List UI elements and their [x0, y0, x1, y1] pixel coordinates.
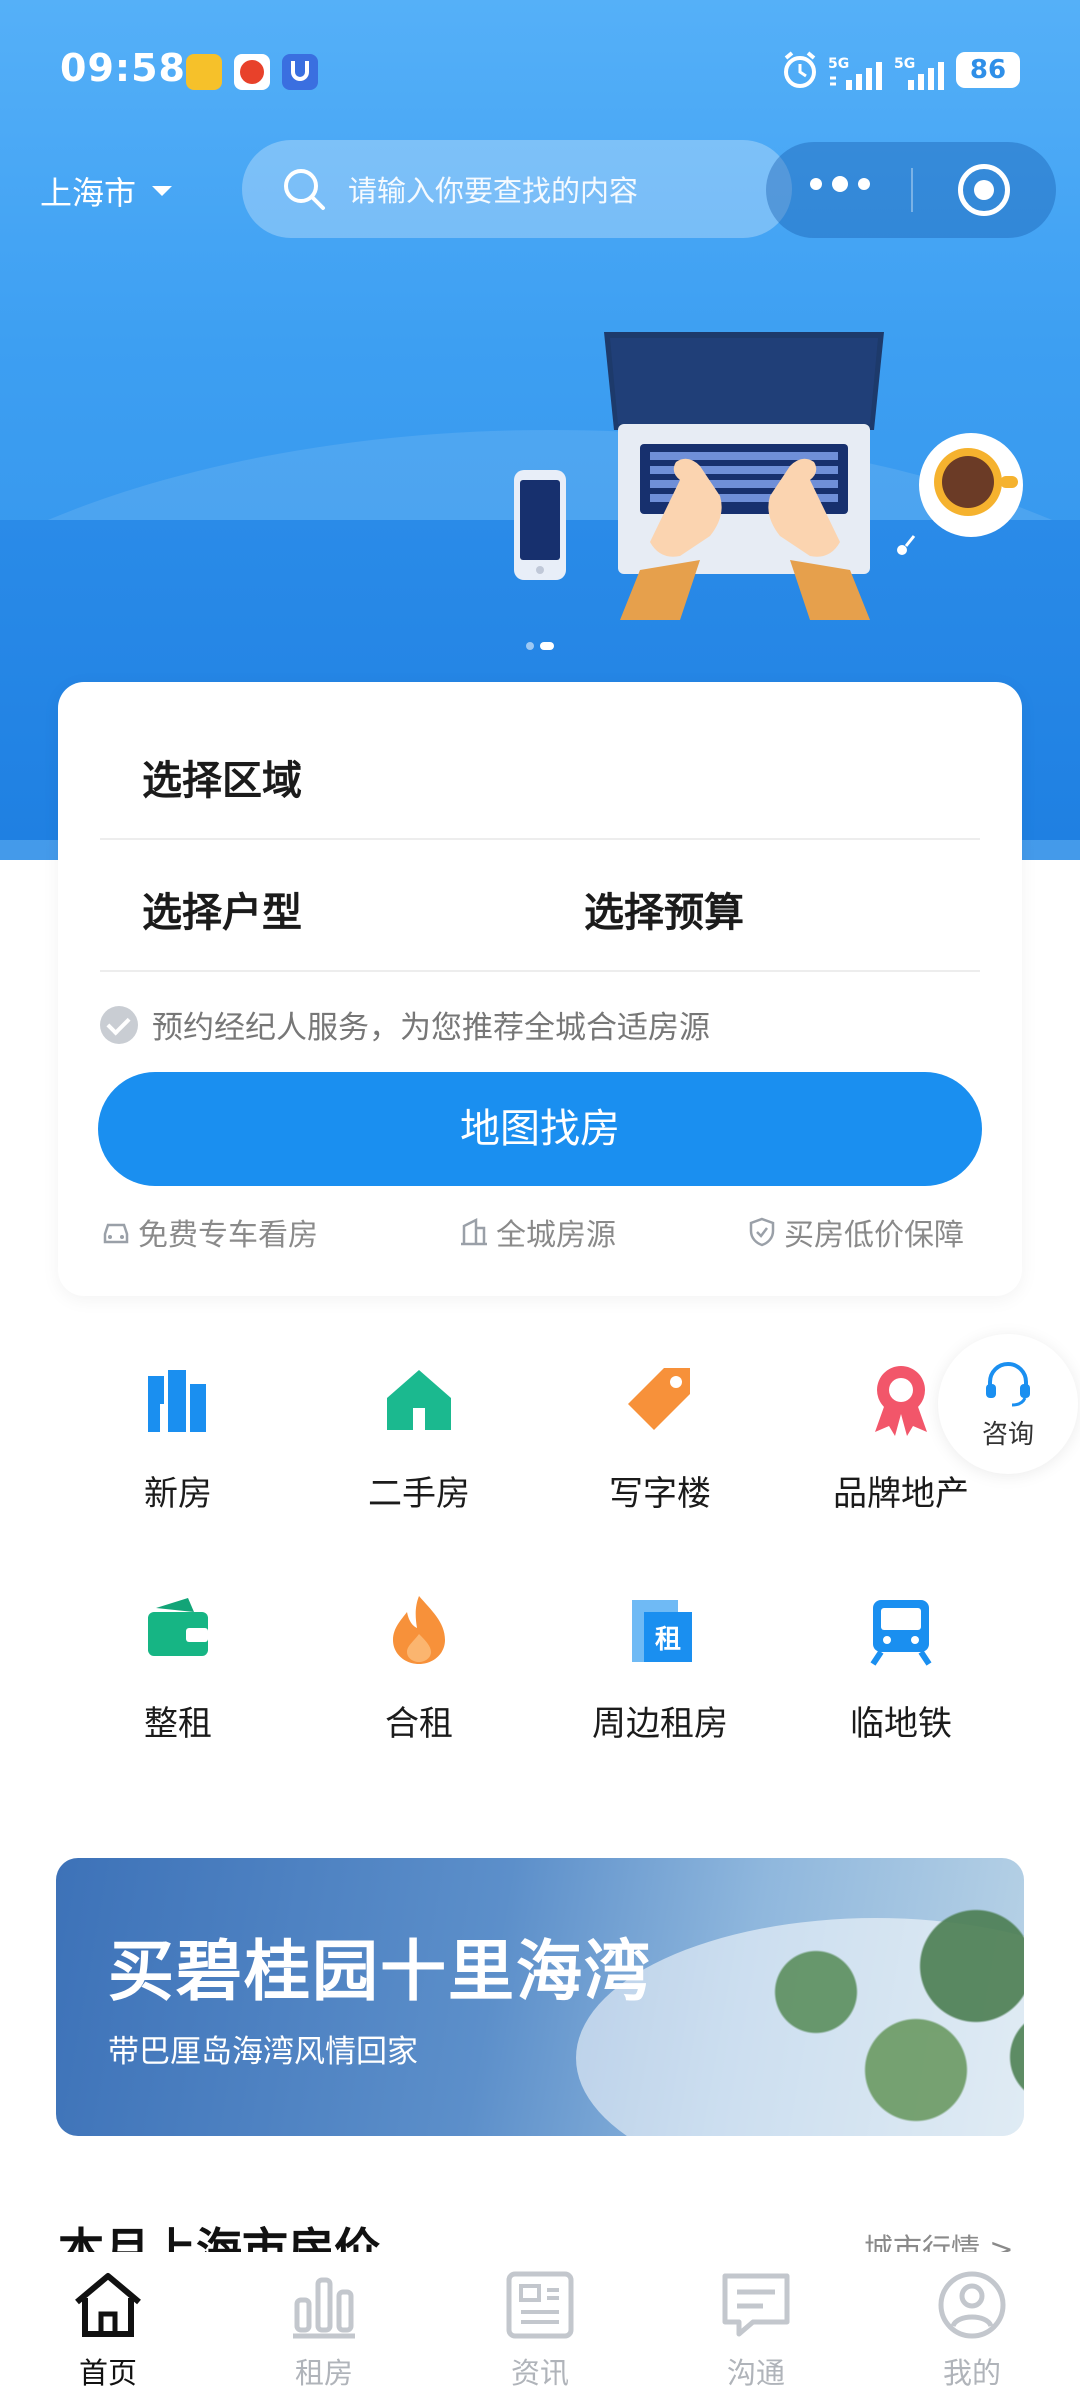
tab-label: 租房 — [294, 2356, 353, 2390]
consult-button[interactable]: 咨询 — [938, 1334, 1078, 1474]
app-notification-icon — [186, 54, 222, 90]
category-label: 二手房 — [368, 1474, 470, 1514]
map-search-button[interactable]: 地图找房 — [98, 1072, 982, 1186]
category-label: 整租 — [144, 1704, 212, 1744]
alarm-icon — [784, 51, 816, 88]
house-icon — [387, 1370, 451, 1430]
app-notification-icon — [234, 54, 270, 90]
checkbox-icon[interactable] — [100, 1005, 138, 1044]
layout-selector[interactable]: 选择户型 — [142, 880, 302, 938]
promo-banner[interactable]: 买碧桂园十里海湾 带巴厘岛海湾风情回家 — [56, 1858, 1024, 2136]
shield-icon — [749, 1217, 775, 1247]
tab-news[interactable]: 资讯 — [460, 2266, 620, 2392]
search-bar[interactable]: 请输入你要查找的内容 — [242, 140, 792, 238]
area-selector[interactable]: 选择区域 — [142, 748, 302, 806]
tab-label: 首页 — [78, 2356, 137, 2390]
chat-icon — [722, 2273, 790, 2337]
category-label: 品牌地产 — [833, 1474, 969, 1514]
category-label: 写字楼 — [609, 1474, 711, 1514]
building-icon — [461, 1217, 487, 1246]
signal-icon — [908, 62, 944, 90]
news-icon — [506, 2271, 574, 2339]
promo-subtitle: 带巴厘岛海湾风情回家 — [108, 2034, 418, 2070]
card-divider — [100, 970, 980, 972]
caret-down-icon — [152, 186, 173, 196]
city-label: 上海市 — [40, 174, 137, 212]
tab-label: 资讯 — [510, 2356, 569, 2390]
tab-chat[interactable]: 沟通 — [676, 2266, 836, 2392]
category-label: 新房 — [144, 1474, 212, 1514]
feature-city-listings: 全城房源 — [458, 1210, 616, 1254]
tab-home[interactable]: 首页 — [28, 2266, 188, 2392]
category-label: 合租 — [385, 1704, 453, 1744]
feature-price-guarantee: 买房低价保障 — [746, 1210, 964, 1254]
consult-label: 咨询 — [981, 1420, 1034, 1450]
tab-label: 沟通 — [726, 2356, 785, 2390]
mini-program-capsule — [766, 142, 1056, 238]
category-near-subway[interactable]: 临地铁 — [781, 1590, 1021, 1745]
feature-label: 买房低价保障 — [784, 1218, 964, 1253]
feature-label: 免费专车看房 — [138, 1218, 318, 1253]
status-time: 09:58 — [60, 46, 186, 90]
coffee-cup-icon — [919, 433, 1023, 537]
category-second-hand[interactable]: 二手房 — [299, 1360, 539, 1515]
category-label: 临地铁 — [850, 1704, 952, 1744]
banner-pager — [526, 642, 554, 650]
app-notification-icon — [282, 54, 318, 90]
profile-icon — [938, 2271, 1006, 2339]
category-whole-rent[interactable]: 整租 — [58, 1590, 298, 1745]
bottom-tab-bar: 首页 租房 资讯 沟通 我的 — [0, 2252, 1080, 2400]
battery-level: 86 — [956, 52, 1020, 88]
feature-free-car: 免费专车看房 — [100, 1210, 318, 1254]
rent-building-icon: 租 — [632, 1600, 692, 1662]
headset-icon — [986, 1362, 1030, 1407]
category-nearby-rent[interactable]: 租 周边租房 — [540, 1590, 780, 1745]
buildings-icon — [148, 1370, 206, 1432]
promo-trees-image — [696, 1888, 1024, 2136]
search-placeholder: 请输入你要查找的内容 — [348, 174, 639, 208]
flame-icon — [393, 1596, 445, 1664]
chart-icon — [293, 2277, 355, 2339]
close-miniprogram-icon[interactable] — [958, 164, 1010, 216]
tab-rent[interactable]: 租房 — [244, 2266, 404, 2392]
category-new-house[interactable]: 新房 — [58, 1360, 298, 1515]
feature-label: 全城房源 — [496, 1218, 616, 1253]
car-icon — [103, 1223, 129, 1244]
status-bar: 09:58 5G 5G 86 — [0, 0, 1080, 140]
signal-icon — [830, 62, 882, 90]
budget-selector[interactable]: 选择预算 — [584, 880, 744, 938]
category-shared-rent[interactable]: 合租 — [299, 1590, 539, 1745]
search-icon — [284, 169, 325, 210]
search-card: 选择区域 选择户型 选择预算 预约经纪人服务，为您推荐全城合适房源 地图找房 免… — [58, 682, 1022, 1296]
wallet-icon — [148, 1598, 208, 1656]
svg-text:租: 租 — [655, 1625, 681, 1655]
promo-title: 买碧桂园十里海湾 — [108, 1933, 652, 2010]
capsule-divider — [911, 168, 913, 212]
earbud-icon — [897, 535, 916, 555]
category-office[interactable]: 写字楼 — [540, 1360, 780, 1515]
agent-service-label: 预约经纪人服务，为您推荐全城合适房源 — [152, 1010, 710, 1046]
card-divider — [100, 838, 980, 840]
more-menu-icon[interactable] — [810, 176, 870, 192]
category-label: 周边租房 — [592, 1704, 728, 1744]
tab-label: 我的 — [942, 2356, 1001, 2390]
subway-icon — [870, 1600, 932, 1666]
tab-profile[interactable]: 我的 — [892, 2266, 1052, 2392]
home-icon — [75, 2273, 141, 2337]
agent-service-toggle[interactable]: 预约经纪人服务，为您推荐全城合适房源 — [100, 1002, 710, 1047]
tag-icon — [628, 1368, 690, 1430]
city-selector[interactable]: 上海市 — [40, 168, 173, 214]
award-icon — [875, 1366, 927, 1436]
